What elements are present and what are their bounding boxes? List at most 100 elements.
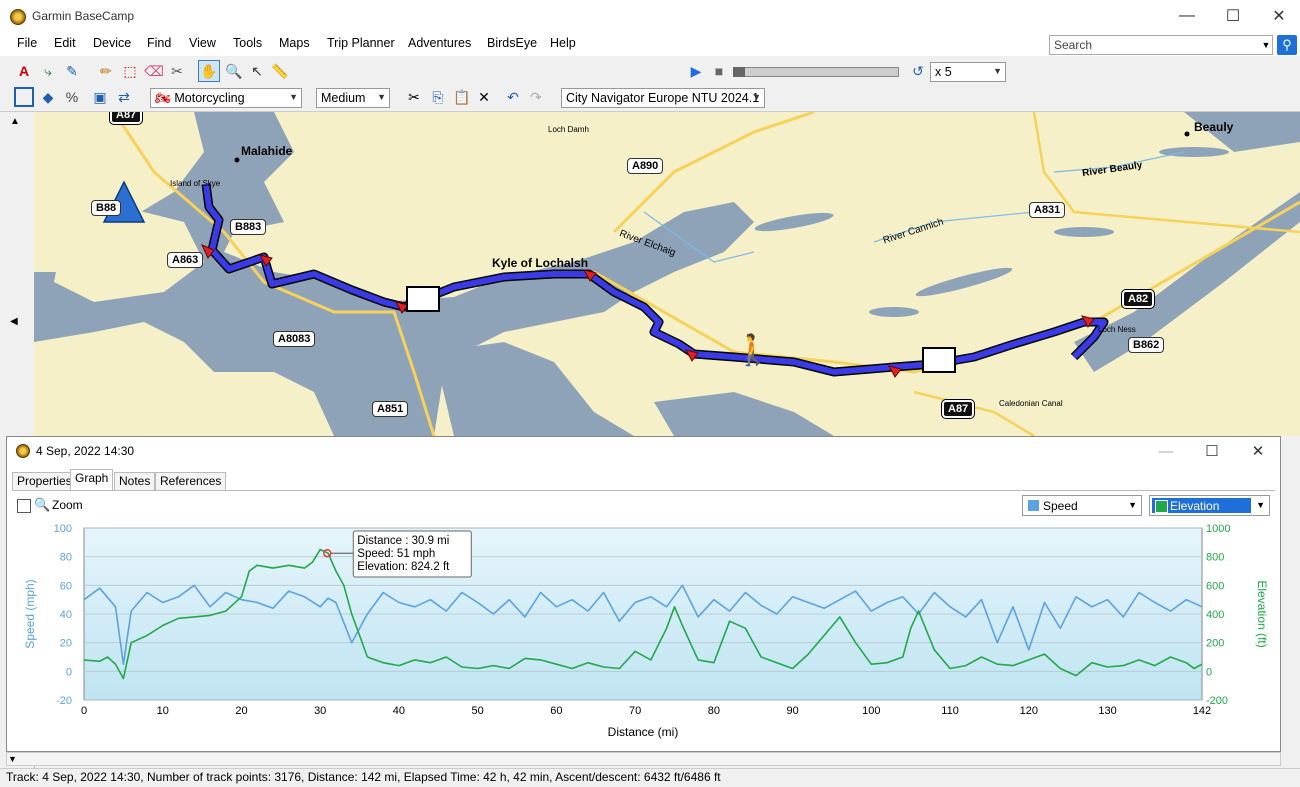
map-view-3d-icon[interactable]: ◆	[38, 87, 58, 107]
loch-water	[654, 392, 834, 436]
x-tick-label: 110	[941, 705, 959, 717]
close-button[interactable]: ✕	[1256, 0, 1300, 32]
map-product-select[interactable]: City Navigator Europe NTU 2024.1 ▼	[561, 88, 765, 108]
x-tick-label: 70	[629, 705, 641, 717]
menu-view[interactable]: View	[189, 36, 216, 50]
repeat-icon[interactable]: ↺	[908, 61, 928, 81]
copy-icon[interactable]: ⎘	[428, 87, 448, 107]
speed-elevation-chart[interactable]: 0 10 20 30 40 50 60 70 80 90 100 110 120 130 142 -2002…	[8, 518, 1278, 750]
edit-tool-icon[interactable]: ✏	[96, 61, 116, 81]
menu-device[interactable]: Device	[93, 36, 131, 50]
menu-trip-planner[interactable]: Trip Planner	[327, 36, 395, 50]
y-tick-label: 100	[54, 523, 72, 535]
playback-speed-select[interactable]: x 5 ▼	[930, 62, 1006, 82]
menu-maps[interactable]: Maps	[279, 36, 310, 50]
y2-tick-label: 800	[1206, 552, 1224, 564]
menu-edit[interactable]: Edit	[54, 36, 76, 50]
map-label-loch-damh: Loch Damh	[548, 125, 589, 134]
activity-profile-select[interactable]: 🏍 Motorcycling ▼	[150, 88, 302, 108]
paste-icon[interactable]: 📋	[452, 87, 472, 107]
menu-file[interactable]: File	[17, 36, 37, 50]
stop-icon[interactable]: ■	[709, 61, 729, 81]
cut-icon[interactable]: ✂	[404, 87, 424, 107]
speed-color-swatch	[1028, 500, 1039, 511]
loch-water	[754, 212, 834, 232]
redo-icon[interactable]: ↷	[526, 87, 546, 107]
magnify-tool-icon[interactable]: 🔍	[224, 61, 244, 81]
route-tool-icon[interactable]: ⤷	[38, 61, 58, 81]
measure-tool-icon[interactable]: 📏	[270, 61, 290, 81]
road-shield-b88: B88	[91, 200, 122, 216]
playback-slider-handle[interactable]	[733, 67, 745, 77]
track-window-close-button[interactable]: ✕	[1235, 437, 1281, 465]
tab-graph[interactable]: Graph	[70, 469, 114, 491]
hand-pan-tool-icon[interactable]: ✋	[198, 60, 220, 82]
percent-tool-icon[interactable]: %	[62, 87, 82, 107]
y-tick-label: 60	[60, 580, 72, 592]
collapse-arrow-icon[interactable]: ▲	[10, 116, 20, 127]
map-label-loch-ness: Loch Ness	[1098, 325, 1136, 334]
map-canvas[interactable]: 🚶	[34, 112, 1300, 436]
y-tick-label: 40	[60, 609, 72, 621]
menu-find[interactable]: Find	[147, 36, 171, 50]
search-icon[interactable]: ⚲	[1277, 35, 1297, 55]
playback-slider[interactable]	[733, 67, 899, 77]
map-view-2d-icon[interactable]	[14, 87, 34, 107]
right-axis-series-select[interactable]: Elevation ▼	[1149, 495, 1270, 516]
map-view[interactable]: 🚶 Malahide Kyle of Lochalsh Beauly Islan…	[34, 112, 1300, 436]
app-logo-icon	[16, 444, 30, 458]
map-product-value: City Navigator Europe NTU 2024.1	[566, 91, 760, 105]
y2-tick-label: -200	[1206, 695, 1228, 707]
x-tick-label: 50	[472, 705, 484, 717]
menu-adventures[interactable]: Adventures	[408, 36, 471, 50]
tab-notes[interactable]: Notes	[114, 472, 156, 490]
motorcycle-icon: 🏍	[155, 91, 171, 105]
loch-water	[1054, 227, 1114, 237]
track-window-maximize-button[interactable]: ☐	[1189, 437, 1235, 465]
map-label-kyle-of-lochalsh: Kyle of Lochalsh	[492, 256, 589, 270]
road-shield-a831: A831	[1029, 202, 1066, 218]
road-shield-blank	[922, 347, 956, 373]
town-dot	[234, 157, 240, 163]
menu-help[interactable]: Help	[550, 36, 576, 50]
road-shield-b862: B862	[1128, 337, 1165, 353]
eraser-tool-icon[interactable]: ⌫	[144, 61, 164, 81]
divide-tool-icon[interactable]: ✂	[167, 61, 187, 81]
detail-level-select[interactable]: Medium ▼	[316, 88, 390, 108]
device-transfer-icon[interactable]: ⇄	[114, 87, 134, 107]
new-waypoint-tool-icon[interactable]: A	[14, 61, 34, 81]
loch-ness-water	[1074, 192, 1300, 372]
search-dropdown-icon[interactable]: ▼	[1259, 36, 1273, 54]
x-tick-label: 20	[235, 705, 247, 717]
detail-level-value: Medium	[321, 91, 366, 105]
land-area	[294, 192, 364, 252]
search-input[interactable]: Search	[1049, 35, 1273, 55]
menu-tools[interactable]: Tools	[233, 36, 262, 50]
expand-arrow-icon[interactable]: ◀	[10, 316, 18, 327]
scroll-down-arrow-icon[interactable]: ▼	[8, 754, 17, 764]
maximize-button[interactable]: ☐	[1210, 0, 1256, 32]
delete-icon[interactable]: ✕	[474, 87, 494, 107]
y2-tick-label: 400	[1206, 609, 1224, 621]
left-axis-series-select[interactable]: Speed ▼	[1022, 495, 1142, 516]
chevron-down-icon: ▼	[1128, 500, 1137, 510]
track-window-minimize-button[interactable]: —	[1143, 437, 1189, 465]
app-logo-icon	[10, 9, 26, 25]
zoom-label: Zoom	[52, 498, 83, 512]
hiker-icon: 🚶	[734, 332, 771, 367]
minimize-button[interactable]: —	[1164, 0, 1210, 32]
select-region-tool-icon[interactable]: ⬚	[120, 61, 140, 81]
horizontal-scrollbar[interactable]	[6, 752, 1281, 766]
play-icon[interactable]: ▶	[686, 61, 706, 81]
track-tool-icon[interactable]: ✎	[62, 61, 82, 81]
pointer-tool-icon[interactable]: ↖	[247, 61, 267, 81]
fit-map-icon[interactable]: ▣	[90, 87, 110, 107]
x-tick-label: 90	[786, 705, 798, 717]
undo-icon[interactable]: ↶	[503, 87, 523, 107]
tab-properties[interactable]: Properties	[12, 472, 77, 490]
zoom-checkbox[interactable]	[17, 499, 31, 513]
y-tick-label: 0	[66, 666, 72, 678]
y2-tick-label: 200	[1206, 638, 1224, 650]
tab-references[interactable]: References	[155, 472, 227, 490]
menu-birdseye[interactable]: BirdsEye	[487, 36, 537, 50]
